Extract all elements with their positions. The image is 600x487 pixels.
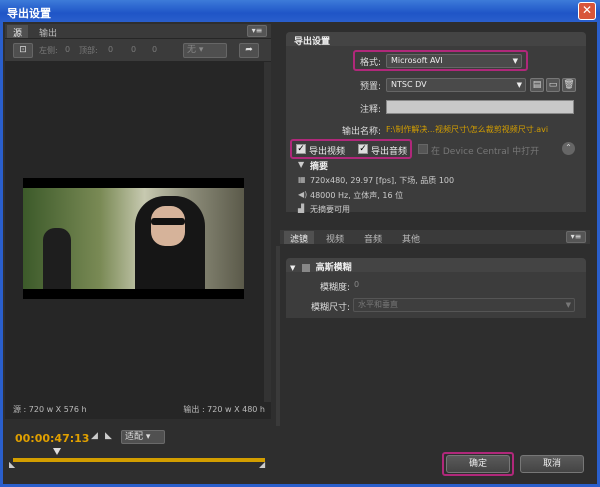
chevron-down-icon: ▼ [565,301,571,309]
crop-left-value[interactable]: 0 [65,45,70,54]
source-tabs: 源 输出 ▾≡ [5,24,271,39]
video-preview [23,178,244,299]
save-preset-icon[interactable]: ▤ [530,78,544,92]
delete-preset-icon[interactable]: 🗑 [562,78,576,92]
source-panel: 源 输出 ▾≡ ⊡ 左侧: 0 顶部: 0 0 0 无 ▾ ➦ 源 : 720 … [5,24,271,419]
settings-panel: 导出设置 格式: Microsoft AVI ▼ 预置: NTSC DV ▼ ▤… [276,24,591,434]
summary-none: 无摘要可用 [310,205,350,214]
aspect-select[interactable]: 无 ▾ [183,43,227,58]
expand-icon[interactable]: ⌃ [562,142,575,155]
tab-source[interactable]: 源 [7,25,29,39]
chevron-down-icon: ▼ [516,81,522,89]
timeline-track[interactable] [13,458,265,462]
tab-output[interactable]: 输出 [33,25,63,39]
crop-toolbar: ⊡ 左侧: 0 顶部: 0 0 0 无 ▾ ➦ [5,39,271,61]
window-title: 导出设置 [7,7,51,20]
collapse-icon[interactable]: ▼ [290,264,295,272]
import-preset-icon[interactable]: ▭ [546,78,560,92]
preview-frame-image [23,188,244,289]
filter-section: ▼ 高斯模糊 模糊度: 0 模糊尺寸: 水平和垂直 ▼ [286,258,586,318]
crop-bottom-value[interactable]: 0 [152,45,157,54]
summary-title: 摘要 [310,162,329,172]
crop-top-label: 顶部: [79,46,98,55]
set-in-point-icon[interactable]: ◢ [91,431,98,441]
zoom-fit-select[interactable]: 适配 ▾ [121,430,165,444]
face-shape [151,206,185,246]
device-central-checkbox [418,144,428,154]
filter-title: 高斯模糊 [315,263,352,273]
timeline-area: 00:00:47:13 ◢ ◣ 适配 ▾ ◣ ◢ [5,428,271,478]
summary-video: 720x480, 29.97 [fps], 下场, 品质 100 [310,176,455,185]
format-highlight [353,50,528,71]
zoom-fit-value: 适配 [125,432,144,442]
summary-toggle-icon[interactable]: ▼ [298,160,304,169]
export-checkbox-highlight [290,139,412,159]
output-name-link[interactable]: F:\制作解决...视频尺寸\怎么裁剪视频尺寸.avi [386,124,576,135]
tab-filter[interactable]: 滤镜 [284,231,315,245]
comment-label: 注释: [359,105,381,115]
filter-menu-icon[interactable]: ▾≡ [566,231,586,243]
crop-icon[interactable]: ⊡ [13,43,33,58]
crop-left-label: 左侧: [39,46,58,55]
source-footer: 源 : 720 w X 576 h 输出 : 720 w X 480 h [5,404,271,418]
blur-dimension-select: 水平和垂直 ▼ [353,298,575,312]
filter-header: ▼ 高斯模糊 [286,258,586,273]
source-size: 源 : 720 w X 576 h [13,405,87,414]
device-central-label: 在 Device Central 中打开 [431,147,540,157]
ok-button[interactable]: 确定 [446,455,510,473]
export-settings-section: 导出设置 格式: Microsoft AVI ▼ 预置: NTSC DV ▼ ▤… [286,32,586,214]
preset-value: NTSC DV [391,80,427,89]
chart-summary-icon: ▟ [298,204,305,213]
timecode[interactable]: 00:00:47:13 [15,432,89,445]
sunglasses-shape [151,218,185,225]
aspect-value: 无 [187,45,197,55]
crop-right-value[interactable]: 0 [131,45,136,54]
blur-dimension-label: 模糊尺寸: [310,303,350,313]
crop-top-value[interactable]: 0 [108,45,113,54]
person-left-shape [43,228,71,289]
window-titlebar: 导出设置 ✕ [0,0,600,22]
cancel-button[interactable]: 取消 [520,455,584,473]
video-summary-icon: ▦ [298,175,306,184]
vertical-scrollbar[interactable] [264,62,271,402]
tab-other[interactable]: 其他 [396,231,426,245]
tab-audio[interactable]: 音频 [358,231,388,245]
close-icon[interactable]: ✕ [578,2,596,20]
comment-input[interactable] [386,100,574,114]
in-marker-icon[interactable]: ◣ [9,460,15,469]
summary-audio: 48000 Hz, 立体声, 16 位 [310,191,404,200]
preset-select[interactable]: NTSC DV ▼ [386,78,526,92]
tab-video[interactable]: 视频 [320,231,350,245]
playhead-icon[interactable] [53,448,61,455]
audio-summary-icon: ◀) [298,190,308,199]
filter-tabs: 滤镜 视频 音频 其他 ▾≡ [280,230,590,245]
set-out-point-icon[interactable]: ◣ [105,431,112,441]
output-size: 输出 : 720 w X 480 h [183,405,265,414]
blurriness-label: 模糊度: [319,283,350,293]
blur-dimension-value: 水平和垂直 [358,300,398,309]
output-name-label: 输出名称: [341,127,381,137]
panel-menu-icon[interactable]: ▾≡ [247,25,267,37]
blurriness-value[interactable]: 0 [354,280,359,289]
filter-enable-checkbox[interactable] [301,263,310,272]
out-marker-icon[interactable]: ◢ [259,460,265,469]
filter-scroll-handle[interactable] [276,246,280,426]
export-settings-title: 导出设置 [286,32,586,47]
share-icon[interactable]: ➦ [239,43,259,58]
preset-label: 预置: [359,82,381,92]
